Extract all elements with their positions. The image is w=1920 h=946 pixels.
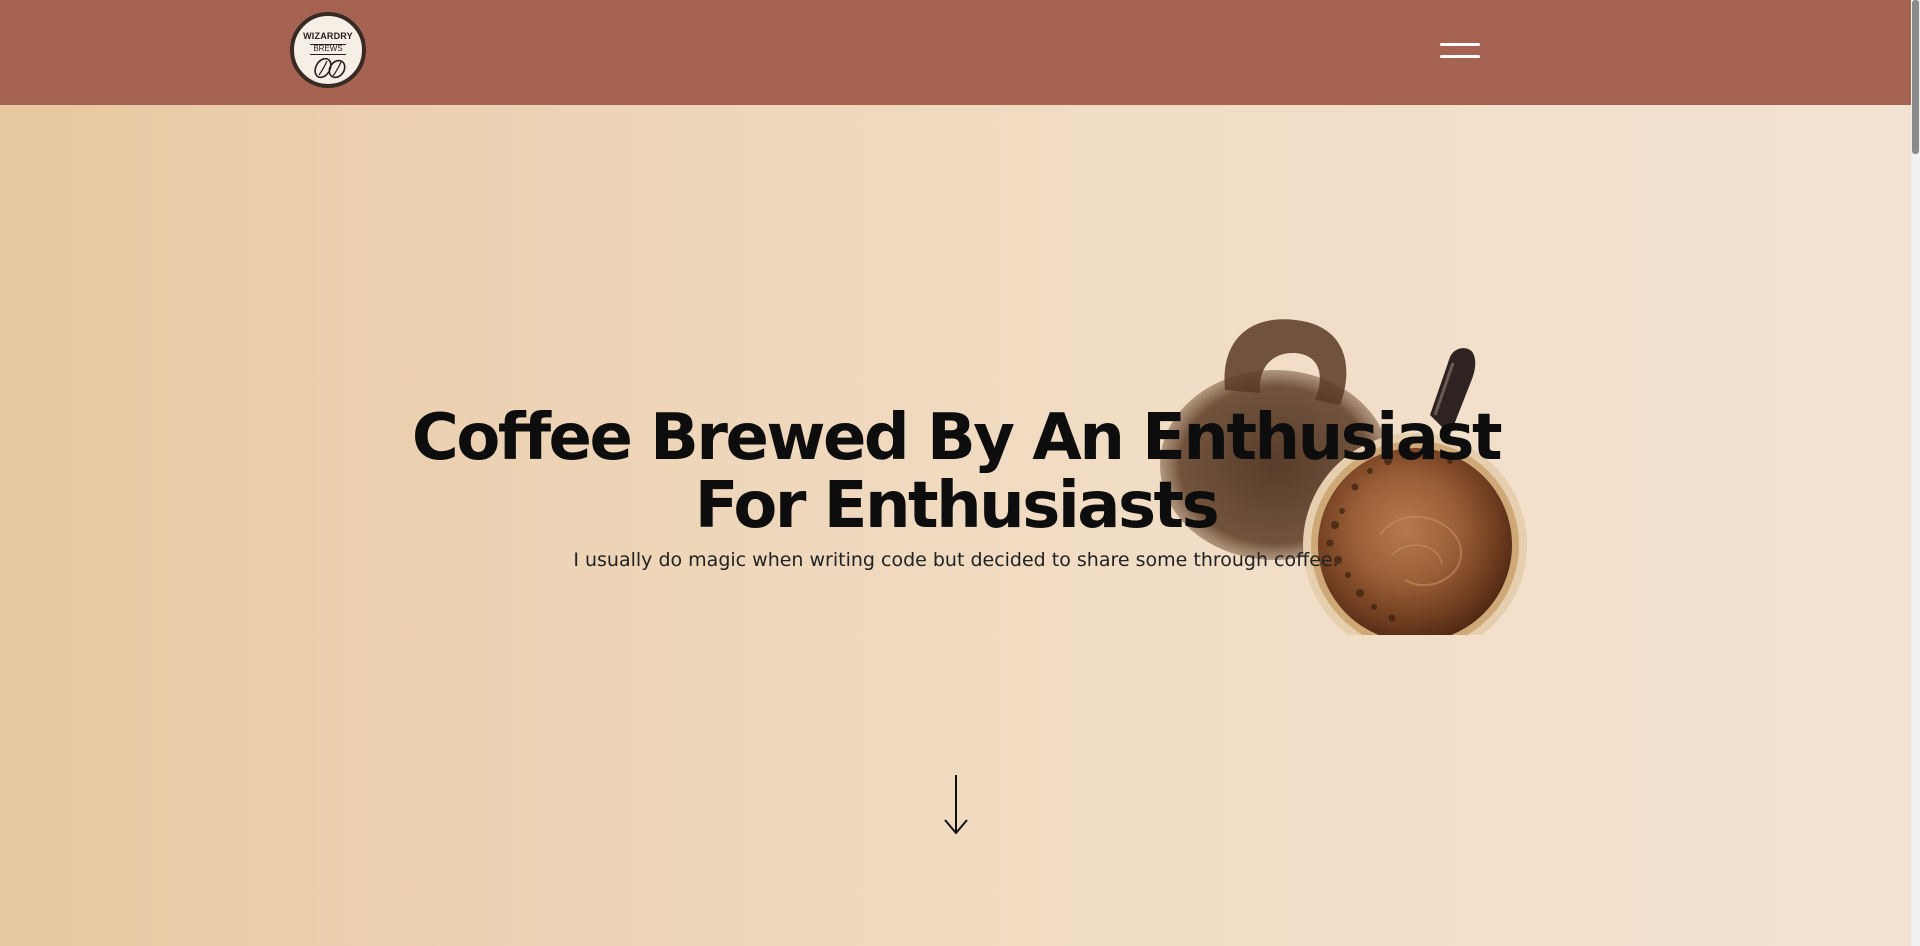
hero-headline: Coffee Brewed By An Enthusiast For Enthu… xyxy=(300,404,1612,540)
top-navbar: WIZARDRY BREWS xyxy=(0,0,1911,105)
logo-subtitle: BREWS xyxy=(313,44,343,53)
brand-logo[interactable]: WIZARDRY BREWS xyxy=(290,12,366,88)
hero-headline-line1: Coffee Brewed By An Enthusiast xyxy=(411,401,1503,475)
page-scrollbar[interactable] xyxy=(1911,0,1920,946)
coffee-beans-icon xyxy=(314,57,346,79)
hero-headline-line2: For Enthusiasts xyxy=(694,469,1220,543)
logo-rule xyxy=(310,54,346,55)
logo-title: WIZARDRY xyxy=(303,31,353,41)
hamburger-menu-icon[interactable] xyxy=(1437,40,1481,62)
menu-bar xyxy=(1440,43,1480,46)
menu-bar xyxy=(1440,55,1480,58)
hero-subtitle: I usually do magic when writing code but… xyxy=(573,549,1339,571)
arrow-down-icon[interactable] xyxy=(941,773,971,837)
hero-section: Coffee Brewed By An Enthusiast For Enthu… xyxy=(0,105,1911,946)
scrollbar-thumb[interactable] xyxy=(1912,0,1919,154)
